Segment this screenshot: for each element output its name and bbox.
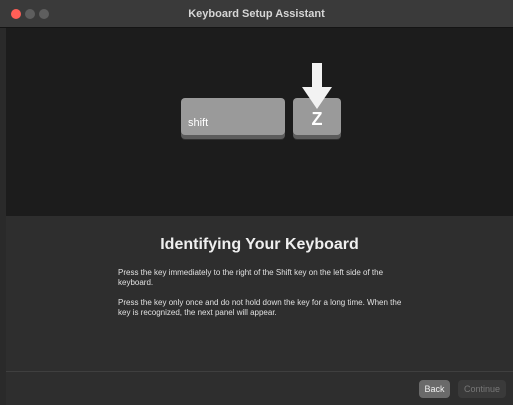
- title-bar[interactable]: Keyboard Setup Assistant: [0, 0, 513, 28]
- window-title: Keyboard Setup Assistant: [188, 8, 325, 20]
- page-title: Identifying Your Keyboard: [160, 236, 359, 253]
- shift-key: shift: [181, 98, 285, 135]
- keyboard-illustration: shift Z: [6, 28, 513, 216]
- arrow-down-icon: [302, 63, 332, 109]
- shift-key-label: shift: [188, 117, 209, 129]
- app-window: Keyboard Setup Assistant shift Z Identif…: [0, 0, 513, 405]
- instructions-panel: Identifying Your Keyboard Press the key …: [6, 216, 513, 371]
- back-button[interactable]: Back: [419, 380, 450, 398]
- continue-button[interactable]: Continue: [458, 380, 506, 398]
- button-bar: Back Continue: [6, 371, 513, 405]
- instruction-note: Press the key only once and do not hold …: [118, 298, 402, 317]
- instruction-text: Press the key immediately to the right o…: [118, 268, 384, 287]
